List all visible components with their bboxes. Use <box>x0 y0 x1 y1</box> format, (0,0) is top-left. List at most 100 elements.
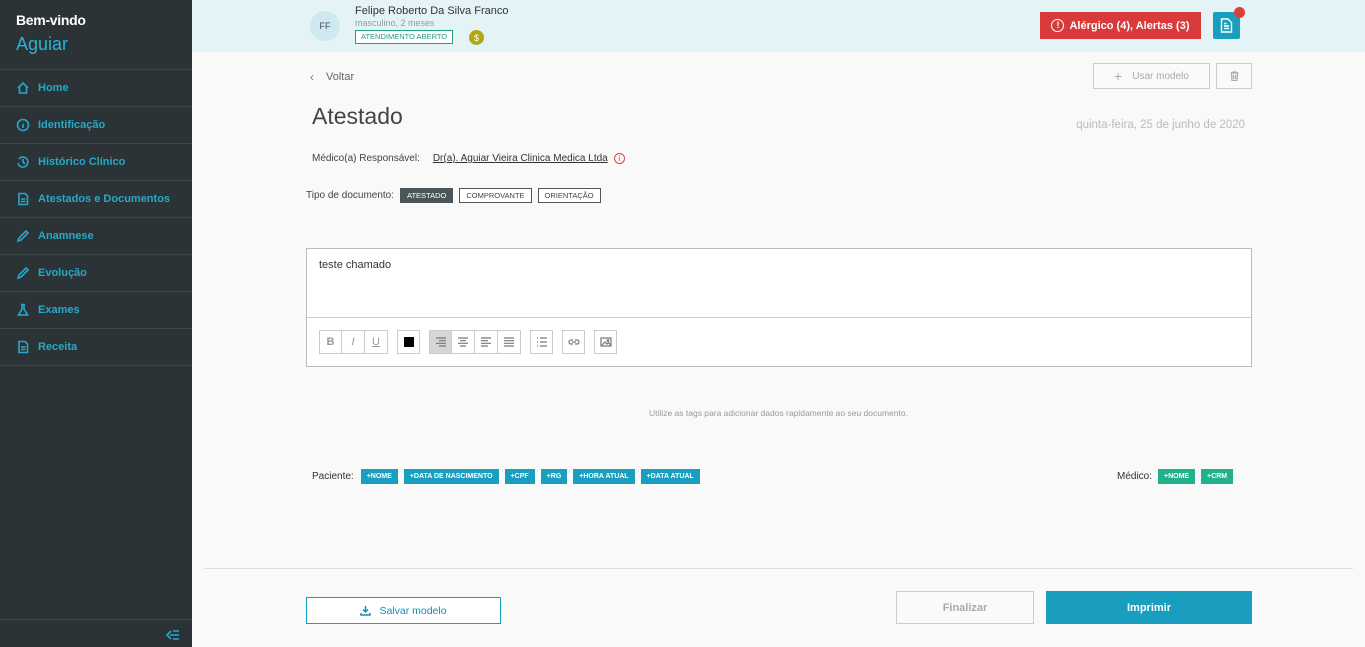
pencil-icon <box>16 229 30 243</box>
bold-button[interactable]: B <box>319 330 342 354</box>
align-justify-button[interactable] <box>498 330 521 354</box>
responsible-row: Médico(a) Responsável: Dr(a). Aguiar Vie… <box>312 153 625 164</box>
align-center-icon <box>458 337 468 347</box>
editor-toolbar: B I U <box>319 330 626 354</box>
sidebar-item-label: Evolução <box>38 267 87 279</box>
color-swatch-icon <box>403 337 414 347</box>
sidebar-item-historico[interactable]: Histórico Clínico <box>0 144 192 181</box>
editor-content[interactable]: teste chamado <box>307 249 1251 318</box>
avatar: FF <box>310 11 340 41</box>
document-icon <box>1220 18 1233 33</box>
doc-type-orientacao[interactable]: ORIENTAÇÃO <box>537 188 601 203</box>
document-type-row: Tipo de documento: ATESTADO COMPROVANTE … <box>306 188 601 203</box>
underline-button[interactable]: U <box>365 330 388 354</box>
doctor-tags-label: Médico: <box>1117 471 1153 482</box>
use-model-label: Usar modelo <box>1132 70 1189 82</box>
sidebar-item-anamnese[interactable]: Anamnese <box>0 218 192 255</box>
sidebar-item-label: Histórico Clínico <box>38 156 126 168</box>
payment-badge[interactable]: $ <box>469 30 484 45</box>
history-icon <box>16 155 30 169</box>
pencil-icon <box>16 266 30 280</box>
flask-icon <box>16 303 30 317</box>
responsible-doctor-link[interactable]: Dr(a). Aguiar Vieira Clinica Medica Ltda <box>433 153 608 164</box>
image-icon <box>599 337 612 347</box>
alert-icon: ! <box>1051 19 1065 32</box>
trash-icon <box>1230 71 1238 81</box>
download-icon <box>360 606 372 616</box>
tags-hint: Utilize as tags para adicionar dados rap… <box>649 408 908 418</box>
tag-current-date[interactable]: +DATA ATUAL <box>640 469 700 484</box>
sidebar-item-home[interactable]: Home <box>0 70 192 107</box>
responsible-label: Médico(a) Responsável: <box>312 153 420 164</box>
info-icon <box>16 118 30 132</box>
align-right-button[interactable] <box>429 330 452 354</box>
rich-text-editor: teste chamado B I U <box>306 248 1252 367</box>
align-justify-icon <box>504 337 514 347</box>
patient-tags-label: Paciente: <box>312 471 354 482</box>
plus-icon: + <box>1114 68 1123 84</box>
notification-dot <box>1234 7 1245 18</box>
sidebar-item-label: Identificação <box>38 119 106 131</box>
doc-type-atestado[interactable]: ATESTADO <box>400 188 454 203</box>
sidebar-item-label: Exames <box>38 304 80 316</box>
sidebar-item-receita[interactable]: Receita <box>0 329 192 366</box>
sidebar-item-label: Anamnese <box>38 230 94 242</box>
patient-name: Felipe Roberto Da Silva Franco <box>355 5 509 17</box>
list-icon <box>536 337 547 347</box>
finalize-button[interactable]: Finalizar <box>896 591 1034 624</box>
info-icon[interactable]: i <box>613 153 625 164</box>
tag-crm[interactable]: +CRM <box>1201 469 1234 484</box>
sidebar-item-atestados[interactable]: Atestados e Documentos <box>0 181 192 218</box>
home-icon <box>16 81 30 95</box>
sidebar-item-exames[interactable]: Exames <box>0 292 192 329</box>
document-type-label: Tipo de documento: <box>306 190 395 201</box>
sidebar-item-label: Receita <box>38 341 78 353</box>
tag-cpf[interactable]: +CPF <box>504 469 535 484</box>
image-button[interactable] <box>594 330 617 354</box>
tag-doctor-name[interactable]: +NOME <box>1158 469 1196 484</box>
sidebar-item-identificacao[interactable]: Identificação <box>0 107 192 144</box>
tag-birthdate[interactable]: +DATA DE NASCIMENTO <box>403 469 499 484</box>
tag-current-time[interactable]: +HORA ATUAL <box>573 469 635 484</box>
align-left-icon <box>481 337 491 347</box>
back-label: Voltar <box>326 71 355 83</box>
collapse-sidebar-button[interactable] <box>0 619 192 647</box>
delete-button[interactable] <box>1216 63 1252 89</box>
document-date: quinta-feira, 25 de junho de 2020 <box>1076 119 1245 131</box>
user-name: Aguiar <box>16 34 69 54</box>
align-left-button[interactable] <box>475 330 498 354</box>
sidebar-item-label: Atestados e Documentos <box>38 193 171 205</box>
text-color-button[interactable] <box>397 330 420 354</box>
italic-icon: I <box>351 336 355 348</box>
link-button[interactable] <box>562 330 585 354</box>
sidebar-item-evolucao[interactable]: Evolução <box>0 255 192 292</box>
use-model-button[interactable]: + Usar modelo <box>1093 63 1210 89</box>
bold-icon: B <box>326 336 335 348</box>
doc-type-comprovante[interactable]: COMPROVANTE <box>459 188 532 203</box>
back-button[interactable]: ‹ Voltar <box>310 70 354 84</box>
doctor-tags: Médico: +NOME +CRM <box>1117 469 1234 484</box>
tag-patient-name[interactable]: +NOME <box>360 469 398 484</box>
welcome-block: Bem-vindo Aguiar <box>0 0 192 70</box>
collapse-icon <box>166 630 179 640</box>
tag-rg[interactable]: +RG <box>540 469 568 484</box>
document-icon <box>16 340 30 354</box>
chevron-left-icon: ‹ <box>310 70 314 84</box>
align-right-icon <box>435 337 446 347</box>
sidebar: Bem-vindo Aguiar Home Identificação Hist… <box>0 0 192 647</box>
save-model-button[interactable]: Salvar modelo <box>306 597 501 624</box>
italic-button[interactable]: I <box>342 330 365 354</box>
welcome-text: Bem-vindo <box>16 12 86 28</box>
status-badge: ATENDIMENTO ABERTO <box>355 30 454 44</box>
underline-icon: U <box>372 336 380 348</box>
list-button[interactable] <box>530 330 553 354</box>
patient-info: masculino, 2 meses <box>355 18 435 28</box>
alerts-label: Alérgico (4), Alertas (3) <box>1069 19 1190 32</box>
align-center-button[interactable] <box>452 330 475 354</box>
link-icon <box>567 339 580 345</box>
page-title: Atestado <box>312 103 403 129</box>
alerts-button[interactable]: ! Alérgico (4), Alertas (3) <box>1040 12 1201 39</box>
patient-tags: Paciente: +NOME +DATA DE NASCIMENTO +CPF… <box>312 469 700 484</box>
document-icon <box>16 192 30 206</box>
print-button[interactable]: Imprimir <box>1046 591 1252 624</box>
